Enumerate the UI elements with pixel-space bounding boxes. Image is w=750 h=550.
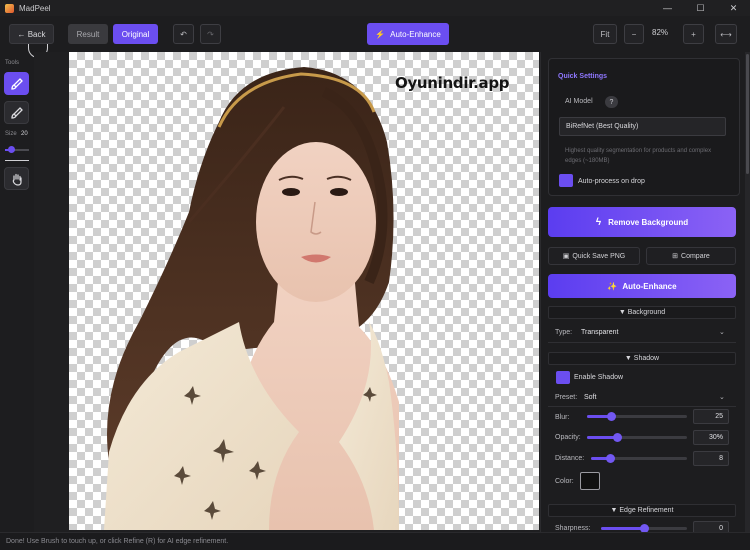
eraser-icon [10, 106, 23, 119]
opacity-input[interactable]: 30% [693, 430, 729, 445]
opacity-slider-knob[interactable] [613, 433, 622, 442]
status-bar: Done! Use Brush to touch up, or click Re… [0, 532, 750, 550]
compare-icon: ⊞ [672, 253, 679, 260]
quick-save-label: Quick Save PNG [572, 252, 626, 260]
opacity-slider[interactable] [587, 433, 687, 442]
maximize-button[interactable]: ☐ [684, 0, 717, 16]
lightning-icon: ⚡ [375, 29, 386, 39]
enable-shadow-checkbox[interactable] [556, 371, 570, 384]
tools-divider [5, 160, 29, 161]
compare-label: Compare [681, 252, 710, 260]
title-bar: MadPeel — ☐ ✕ [0, 0, 750, 16]
brush-size-slider[interactable] [5, 146, 29, 153]
chevron-down-icon: ⌄ [719, 394, 725, 401]
undo-button[interactable]: ↶ [173, 24, 194, 44]
opacity-label: Opacity: [555, 434, 581, 441]
distance-slider-knob[interactable] [606, 454, 616, 463]
blur-label: Blur: [555, 414, 570, 421]
sparkle-icon: ✨ [607, 281, 618, 291]
compare-button[interactable]: ⊞ Compare [646, 247, 736, 265]
status-message: Done! Use Brush to touch up, or click Re… [6, 538, 229, 545]
redo-button[interactable]: ↷ [200, 24, 221, 44]
shadow-section-header[interactable]: ▼ Shadow [548, 352, 736, 365]
preset-select[interactable]: Soft [584, 394, 596, 401]
save-icon: ▣ [562, 253, 570, 260]
sharpness-label: Sharpness: [555, 525, 591, 532]
eraser-tool-button[interactable] [4, 101, 29, 124]
app-title: MadPeel [19, 3, 51, 13]
brush-icon [10, 77, 23, 90]
sharpness-input[interactable]: 0 [693, 521, 729, 532]
result-toggle[interactable]: Result [68, 24, 108, 44]
zoom-level: 82% [652, 28, 669, 37]
remove-background-button[interactable]: ϟ Remove Background [548, 207, 736, 237]
panel-scroll-thumb[interactable] [746, 54, 749, 174]
ai-model-label: AI Model [565, 98, 593, 105]
brush-tool-button[interactable] [4, 72, 29, 95]
sharpness-slider[interactable] [601, 524, 687, 532]
close-button[interactable]: ✕ [717, 0, 750, 16]
lightning-icon: ϟ [595, 216, 602, 228]
zoom-in-button[interactable]: + [683, 24, 704, 44]
original-toggle[interactable]: Original [113, 24, 158, 44]
blur-slider[interactable] [587, 412, 687, 421]
preset-select-underline [548, 406, 736, 407]
quick-save-button[interactable]: ▣ Quick Save PNG [548, 247, 640, 265]
tools-label: Tools [5, 60, 20, 66]
model-description: Highest quality segmentation for product… [565, 148, 712, 164]
background-section-header[interactable]: ▼ Background [548, 306, 736, 319]
preset-label: Preset: [555, 394, 578, 401]
watermark-text: Oyunindir.app [395, 74, 510, 92]
tools-sidebar [0, 52, 34, 532]
blur-slider-knob[interactable] [607, 412, 616, 421]
blur-input[interactable]: 25 [693, 409, 729, 424]
help-icon[interactable]: ? [605, 96, 618, 108]
auto-process-checkbox[interactable] [559, 174, 573, 187]
zoom-out-button[interactable]: − [624, 24, 644, 44]
panel-auto-enhance-button[interactable]: ✨ Auto-Enhance [548, 274, 736, 298]
minimize-button[interactable]: — [651, 0, 684, 16]
transparent-canvas[interactable]: Oyunindir.app [69, 52, 539, 530]
fit-button[interactable]: Fit [593, 24, 617, 44]
enable-shadow-label: Enable Shadow [574, 374, 624, 381]
size-label: Size [5, 131, 17, 137]
canvas-area[interactable]: Oyunindir.app [34, 52, 540, 532]
subject-image [104, 67, 399, 530]
distance-input[interactable]: 8 [693, 451, 729, 466]
size-value: 20 [21, 131, 28, 137]
app-logo-icon [5, 3, 14, 13]
window-controls: — ☐ ✕ [651, 0, 750, 16]
chevron-down-icon: ⌄ [719, 329, 725, 336]
quick-settings-title: Quick Settings [558, 73, 608, 80]
edge-refinement-section-header[interactable]: ▼ Edge Refinement [548, 504, 736, 517]
remove-background-label: Remove Background [608, 217, 689, 227]
sharpness-slider-fill [601, 527, 644, 530]
expand-button[interactable]: ⟷ [715, 24, 737, 44]
auto-enhance-button[interactable]: ⚡ Auto-Enhance [367, 23, 449, 45]
shadow-color-swatch[interactable] [580, 472, 600, 490]
ai-model-select[interactable]: BiRefNet (Best Quality) [559, 117, 726, 136]
undo-icon: ↶ [180, 29, 187, 39]
sharpness-slider-knob[interactable] [640, 524, 649, 532]
settings-panel: Quick Settings AI Model ? BiRefNet (Best… [540, 52, 750, 532]
pan-tool-button[interactable] [4, 167, 29, 190]
panel-scrollbar[interactable] [745, 52, 750, 532]
expand-icon: ⟷ [720, 29, 732, 39]
redo-icon: ↷ [207, 29, 214, 39]
type-label: Type: [555, 329, 573, 336]
type-select-underline [548, 342, 736, 343]
color-label: Color: [555, 478, 574, 485]
auto-process-label: Auto-process on drop [578, 178, 645, 185]
distance-slider[interactable] [591, 454, 687, 463]
auto-enhance-label: Auto-Enhance [390, 29, 441, 39]
hand-icon [12, 173, 22, 186]
distance-label: Distance: [555, 455, 585, 462]
back-button[interactable]: ← Back [9, 24, 54, 44]
brush-size-knob[interactable] [8, 146, 15, 153]
type-select[interactable]: Transparent [581, 329, 618, 336]
panel-auto-enhance-label: Auto-Enhance [622, 281, 677, 291]
